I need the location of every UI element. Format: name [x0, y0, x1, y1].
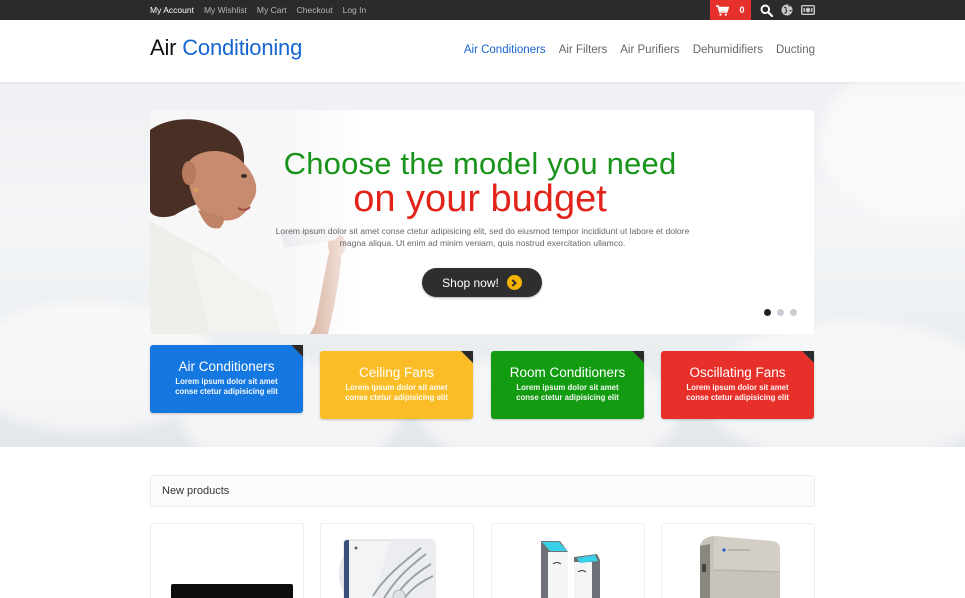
product-card[interactable]: [491, 523, 645, 598]
logo-main: Air: [150, 35, 177, 60]
hero-headline-line2: on your budget: [353, 178, 607, 220]
product-image-white-exhaust-fan: [339, 539, 436, 598]
slider-dot-1[interactable]: [764, 309, 771, 316]
cart-count: 0: [739, 5, 745, 15]
nav-item-air-conditioners[interactable]: Air Conditioners: [464, 44, 546, 56]
slider-dot-3[interactable]: [790, 309, 797, 316]
product-image-silver-air-purifier: [700, 536, 781, 598]
category-tile-air-conditioners[interactable]: Air Conditioners Lorem ipsum dolor sit a…: [150, 345, 303, 413]
category-tile-room-conditioners[interactable]: Room Conditioners Lorem ipsum dolor sit …: [491, 351, 644, 419]
hero-headline-line1: Choose the model you need: [283, 146, 677, 181]
category-text: Lorem ipsum dolor sit amet conse ctetur …: [686, 383, 789, 402]
cart-icon: [716, 1, 730, 20]
hero-slide: Choose the model you need on your budget…: [150, 110, 814, 334]
category-tile-ceiling-fans[interactable]: Ceiling Fans Lorem ipsum dolor sit amet …: [320, 351, 473, 419]
main-nav: Air Conditioners Air Filters Air Purifie…: [464, 44, 815, 56]
top-bar: My Account My Wishlist My Cart Checkout …: [0, 0, 965, 20]
account-links: My Account My Wishlist My Cart Checkout …: [150, 0, 366, 20]
new-products-header: New products: [150, 475, 815, 507]
site-header: Air Conditioning Air Conditioners Air Fi…: [0, 20, 965, 82]
product-image-twin-tower-purifier: [541, 541, 600, 598]
logo-accent: Conditioning: [182, 35, 303, 60]
nav-item-air-purifiers[interactable]: Air Purifiers: [620, 44, 679, 56]
globe-icon[interactable]: [780, 3, 794, 17]
fold-corner: [461, 351, 473, 363]
shop-now-button[interactable]: Shop now!: [422, 268, 542, 297]
nav-item-air-filters[interactable]: Air Filters: [559, 44, 608, 56]
category-text: Lorem ipsum dolor sit amet conse ctetur …: [516, 383, 619, 402]
new-products-title: New products: [162, 485, 230, 497]
category-text: Lorem ipsum dolor sit amet conse ctetur …: [175, 377, 278, 396]
nav-item-dehumidifiers[interactable]: Dehumidifiers: [693, 44, 763, 56]
my-wishlist-link[interactable]: My Wishlist: [204, 5, 247, 15]
girl-with-paper-plane-image: [150, 110, 365, 334]
currency-icon[interactable]: [801, 3, 815, 17]
search-icon[interactable]: [759, 3, 773, 17]
product-card[interactable]: [661, 523, 815, 598]
fold-corner: [802, 351, 814, 363]
category-title: Oscillating Fans: [689, 365, 786, 380]
slider-dot-2[interactable]: [777, 309, 784, 316]
category-title: Room Conditioners: [509, 365, 626, 380]
category-tile-oscillating-fans[interactable]: Oscillating Fans Lorem ipsum dolor sit a…: [661, 351, 814, 419]
fold-corner: [291, 345, 303, 357]
product-card[interactable]: [150, 523, 304, 598]
nav-item-ducting[interactable]: Ducting: [776, 44, 815, 56]
my-account-link[interactable]: My Account: [150, 5, 194, 15]
product-image-black-wall-unit: [171, 584, 293, 598]
site-logo[interactable]: Air Conditioning: [150, 35, 302, 61]
my-cart-link[interactable]: My Cart: [257, 5, 287, 15]
category-text: Lorem ipsum dolor sit amet conse ctetur …: [345, 383, 448, 402]
category-title: Air Conditioners: [178, 359, 275, 374]
shop-now-label: Shop now!: [442, 275, 499, 290]
hero-description: Lorem ipsum dolor sit amet conse ctetur …: [275, 226, 690, 248]
hero-section: Choose the model you need on your budget…: [0, 82, 965, 447]
cloud-decoration: [820, 82, 965, 222]
cart-button[interactable]: 0: [710, 0, 751, 20]
chevron-right-icon: [506, 275, 522, 290]
slider-pagination: [764, 309, 797, 316]
login-link[interactable]: Log In: [343, 5, 367, 15]
checkout-link[interactable]: Checkout: [297, 5, 333, 15]
category-title: Ceiling Fans: [358, 365, 435, 380]
product-card[interactable]: [320, 523, 474, 598]
fold-corner: [632, 351, 644, 363]
